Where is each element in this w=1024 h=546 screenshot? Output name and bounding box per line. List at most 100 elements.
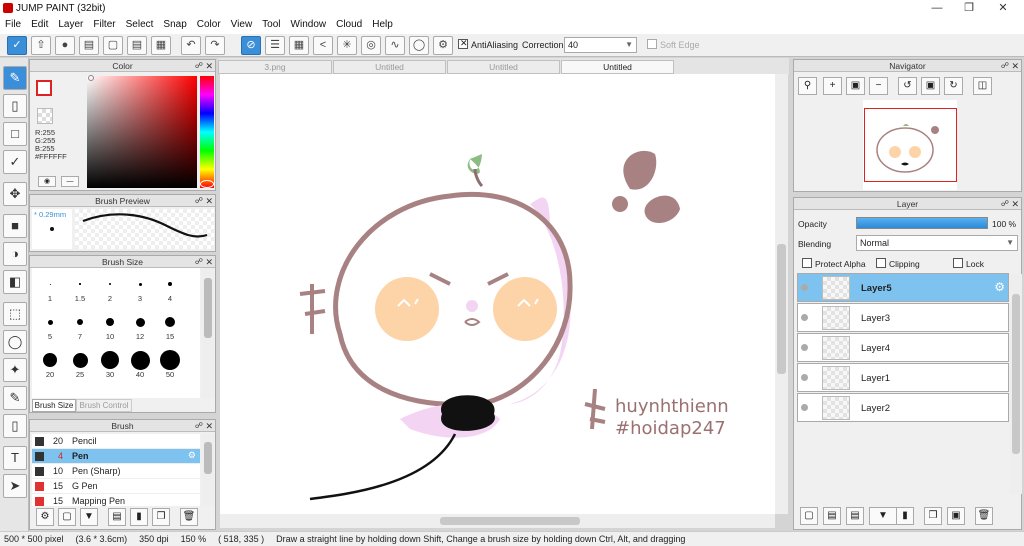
- brush-list-item[interactable]: 15 Mapping Pen: [32, 494, 200, 506]
- flip-icon[interactable]: ◫: [973, 77, 992, 95]
- menu-file[interactable]: File: [0, 17, 26, 32]
- gear-icon[interactable]: ⚙: [188, 450, 196, 461]
- close-icon[interactable]: ✕: [205, 195, 213, 207]
- menu-filter[interactable]: Filter: [88, 17, 120, 32]
- layer-row[interactable]: Layer2: [797, 393, 1009, 422]
- close-icon[interactable]: ✕: [205, 60, 213, 72]
- gradient-tool-icon[interactable]: ◧: [3, 270, 27, 294]
- minimize-button[interactable]: —: [920, 0, 954, 17]
- layer-visibility-icon[interactable]: [801, 284, 808, 291]
- brush-size-scrollbar[interactable]: [202, 268, 214, 398]
- new-tone-layer-icon[interactable]: ▤: [846, 507, 864, 525]
- bucket-tool-icon[interactable]: ◑: [3, 242, 27, 266]
- copy-brush-icon[interactable]: ▤: [108, 508, 126, 526]
- duplicate-icon[interactable]: ❐: [152, 508, 170, 526]
- brush-list-item[interactable]: 15 G Pen: [32, 479, 200, 494]
- layer-menu-icon[interactable]: ▼: [869, 507, 897, 525]
- text-page-icon[interactable]: ▤: [127, 36, 147, 55]
- color-swap-button[interactable]: —: [61, 176, 79, 187]
- scroll-thumb[interactable]: [1012, 294, 1020, 454]
- page-icon[interactable]: ▢: [103, 36, 123, 55]
- lock-checkbox[interactable]: [953, 258, 963, 268]
- brush-size-option[interactable]: 1.5: [65, 274, 95, 304]
- tab-document-2[interactable]: Untitled: [333, 60, 446, 74]
- brush-list-scrollbar[interactable]: [202, 434, 214, 506]
- scroll-thumb[interactable]: [440, 517, 580, 525]
- hue-slider[interactable]: [200, 76, 214, 188]
- vanish-point-icon[interactable]: <: [313, 36, 333, 55]
- grid-page-icon[interactable]: ▦: [151, 36, 171, 55]
- eraser-tool-icon[interactable]: ▯: [3, 94, 27, 118]
- line-tool-icon[interactable]: ✓: [3, 150, 27, 174]
- layer-visibility-icon[interactable]: [801, 404, 808, 411]
- menu-layer[interactable]: Layer: [53, 17, 88, 32]
- speech-bubble-icon[interactable]: ●: [55, 36, 75, 55]
- fill-rect-tool-icon[interactable]: ■: [3, 214, 27, 238]
- brush-size-option[interactable]: 7: [65, 312, 95, 342]
- layer-visibility-icon[interactable]: [801, 314, 808, 321]
- rotate-left-icon[interactable]: ↺: [898, 77, 917, 95]
- menu-snap[interactable]: Snap: [158, 17, 191, 32]
- new-brush-icon[interactable]: ▢: [58, 508, 76, 526]
- reset-view-icon[interactable]: ▣: [921, 77, 940, 95]
- eraser-select-icon[interactable]: ▯: [3, 414, 27, 438]
- pin-icon[interactable]: ☍: [195, 420, 203, 432]
- brush-size-option[interactable]: 4: [155, 274, 185, 304]
- menu-help[interactable]: Help: [367, 17, 398, 32]
- snap-off-icon[interactable]: ⊘: [241, 36, 261, 55]
- pin-icon[interactable]: ☍: [1001, 60, 1009, 72]
- gear-icon[interactable]: ⚙: [994, 280, 1005, 294]
- scroll-thumb[interactable]: [204, 442, 212, 474]
- new-layer-icon[interactable]: ▢: [800, 507, 818, 525]
- cloud-check-icon[interactable]: ✓: [7, 36, 27, 55]
- new-raster-layer-icon[interactable]: ▤: [823, 507, 841, 525]
- brush-size-option[interactable]: 30: [95, 350, 125, 380]
- text-tool-icon[interactable]: T: [3, 446, 27, 470]
- brush-size-option[interactable]: 15: [155, 312, 185, 342]
- move-tool-icon[interactable]: ✥: [3, 182, 27, 206]
- brush-size-option[interactable]: 50: [155, 350, 185, 380]
- navigator-viewport-frame[interactable]: [864, 108, 957, 182]
- maximize-button[interactable]: ❐: [952, 0, 986, 17]
- pen-tool-icon[interactable]: ✎: [3, 66, 27, 90]
- brush-settings-icon[interactable]: ⚙: [36, 508, 54, 526]
- tab-document-4[interactable]: Untitled: [561, 60, 674, 74]
- transparent-swatch[interactable]: [37, 108, 53, 124]
- concentric-icon[interactable]: ◎: [361, 36, 381, 55]
- pin-icon[interactable]: ☍: [195, 256, 203, 268]
- pen-select-icon[interactable]: ✎: [3, 386, 27, 410]
- layer-visibility-icon[interactable]: [801, 374, 808, 381]
- comment-icon[interactable]: ▤: [79, 36, 99, 55]
- antialias-checkbox[interactable]: ✕: [458, 38, 468, 49]
- menu-color[interactable]: Color: [192, 17, 226, 32]
- cross-lines-icon[interactable]: ▦: [289, 36, 309, 55]
- folder-icon[interactable]: ▮: [130, 508, 148, 526]
- zoom-fit-icon[interactable]: ⚲: [798, 77, 817, 95]
- brush-size-option[interactable]: 3: [125, 274, 155, 304]
- layer-folder-icon[interactable]: ▮: [896, 507, 914, 525]
- brush-size-option[interactable]: 5: [35, 312, 65, 342]
- layer-row[interactable]: Layer4: [797, 333, 1009, 362]
- canvas-horizontal-scrollbar[interactable]: [220, 514, 775, 528]
- layer-visibility-icon[interactable]: [801, 344, 808, 351]
- layer-row[interactable]: Layer1: [797, 363, 1009, 392]
- brush-menu-icon[interactable]: ▼: [80, 508, 98, 526]
- rectangle-tool-icon[interactable]: □: [3, 122, 27, 146]
- menu-edit[interactable]: Edit: [26, 17, 53, 32]
- merge-layer-icon[interactable]: ▣: [947, 507, 965, 525]
- softedge-checkbox[interactable]: [647, 39, 657, 49]
- menu-select[interactable]: Select: [121, 17, 159, 32]
- undo-icon[interactable]: ↶: [181, 36, 201, 55]
- fit-window-icon[interactable]: ▣: [846, 77, 865, 95]
- lasso-select-icon[interactable]: ◯: [3, 330, 27, 354]
- pin-icon[interactable]: ☍: [1001, 198, 1009, 210]
- zoom-in-icon[interactable]: +: [823, 77, 842, 95]
- opacity-slider[interactable]: [856, 217, 988, 229]
- color-picker-button[interactable]: ◉: [38, 176, 56, 187]
- brush-size-option[interactable]: 2: [95, 274, 125, 304]
- menu-view[interactable]: View: [226, 17, 258, 32]
- layer-row[interactable]: Layer5 ⚙: [797, 273, 1009, 302]
- rotate-right-icon[interactable]: ↻: [944, 77, 963, 95]
- gear-icon[interactable]: ⚙: [433, 36, 453, 55]
- clipping-checkbox[interactable]: [876, 258, 886, 268]
